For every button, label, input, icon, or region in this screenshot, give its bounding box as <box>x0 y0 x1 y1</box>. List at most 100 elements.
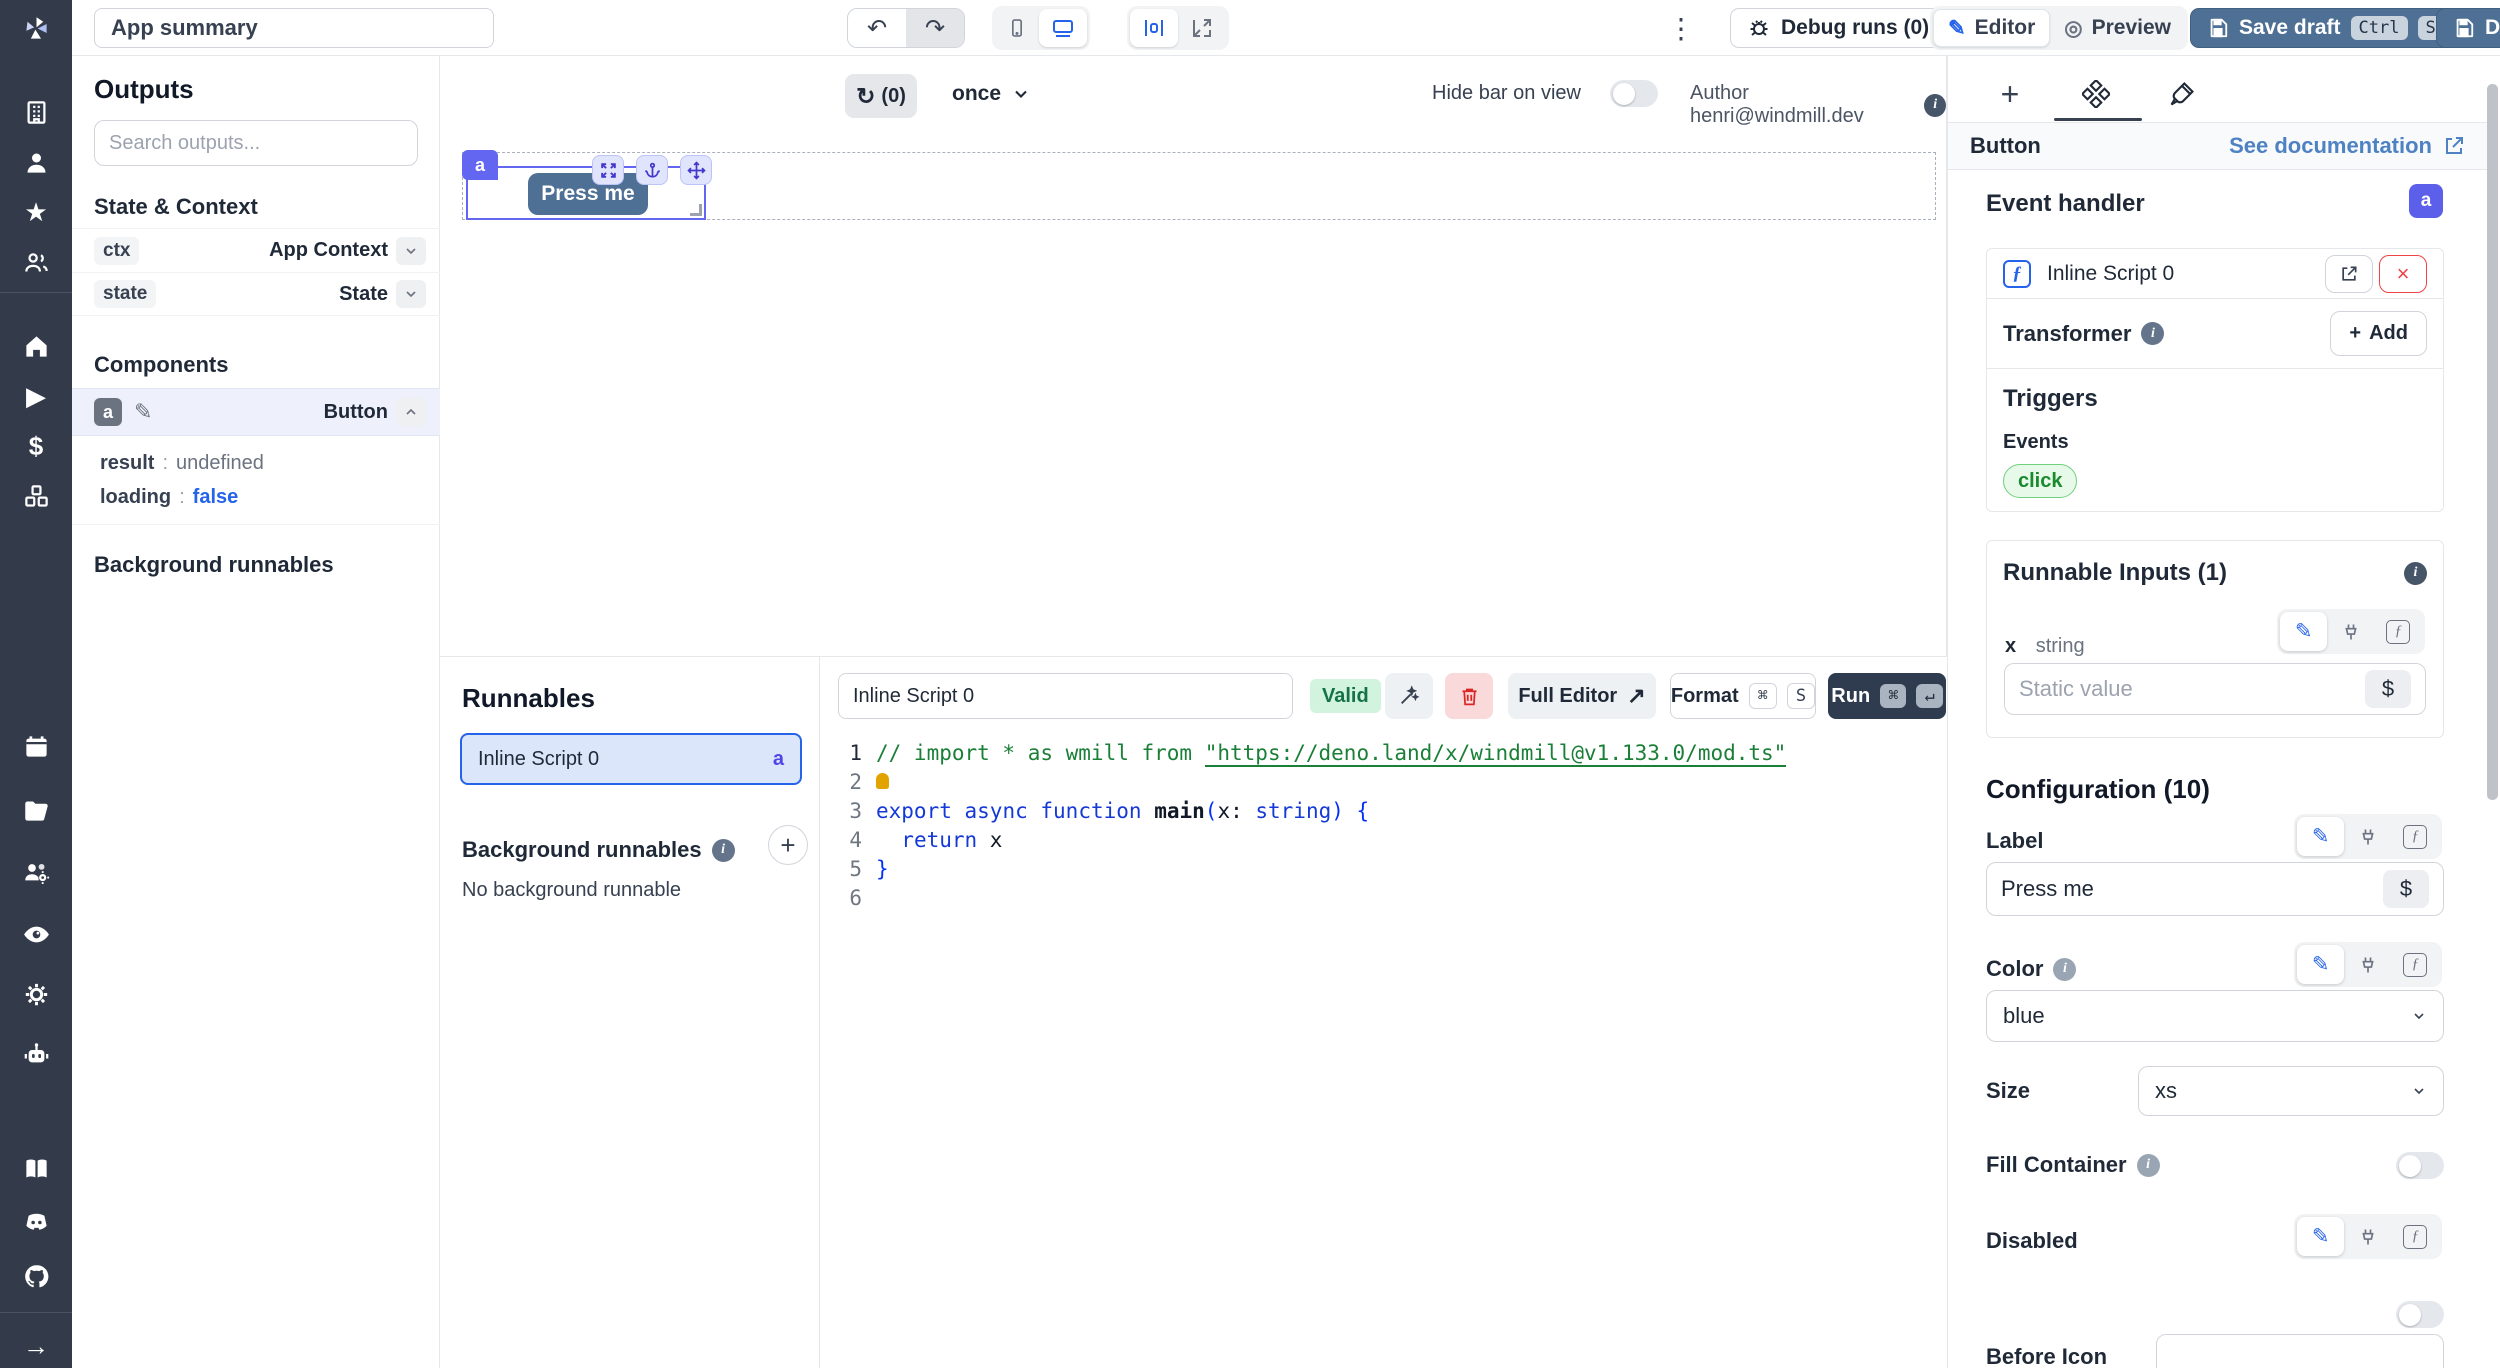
save-draft-button[interactable]: Save draft Ctrl S <box>2190 8 2461 48</box>
connect-mode-button[interactable] <box>2344 1217 2391 1256</box>
static-mode-button[interactable]: ✎ <box>2297 945 2344 984</box>
eval-mode-button[interactable]: ƒ <box>2392 945 2439 984</box>
output-row-state[interactable]: state State <box>72 272 440 316</box>
expand-component-button[interactable] <box>592 155 624 185</box>
code-editor[interactable]: 123456 // import * as wmill from "https:… <box>820 731 1947 1368</box>
connect-mode-button[interactable] <box>2344 817 2391 856</box>
connect-mode-button[interactable] <box>2344 945 2391 984</box>
remove-script-button[interactable]: × <box>2379 255 2427 293</box>
transformer-label: Transformer <box>2003 321 2131 347</box>
delete-script-button[interactable] <box>1445 673 1493 719</box>
info-icon[interactable]: i <box>2141 322 2164 345</box>
dollar-template-button[interactable]: $ <box>2383 870 2429 908</box>
discord-icon[interactable] <box>0 1202 72 1242</box>
chevron-down-icon[interactable] <box>396 237 426 265</box>
favorites-star-icon[interactable]: ★ <box>0 192 72 232</box>
tab-styling[interactable] <box>2160 72 2204 116</box>
ai-wand-button[interactable] <box>1385 673 1433 719</box>
eval-mode-button[interactable]: ƒ <box>2375 612 2422 651</box>
kbd-enter: ↵ <box>1916 684 1942 708</box>
folders-icon[interactable] <box>0 790 72 830</box>
kbd-s: S <box>1787 683 1815 709</box>
static-mode-button[interactable]: ✎ <box>2280 612 2327 651</box>
connect-mode-button[interactable] <box>2327 612 2374 651</box>
color-select[interactable]: blue <box>1986 990 2444 1042</box>
rename-pencil-icon[interactable]: ✎ <box>134 399 152 425</box>
app-summary-input[interactable] <box>94 8 494 48</box>
info-icon[interactable]: i <box>1924 94 1946 117</box>
home-icon[interactable] <box>0 326 72 366</box>
anchor-component-button[interactable] <box>636 155 668 185</box>
runnable-item-inline-script-0[interactable]: Inline Script 0 a <box>460 733 802 785</box>
output-key-badge: ctx <box>94 237 139 265</box>
size-field-title: Size <box>1986 1078 2030 1104</box>
external-link-icon <box>2339 264 2359 284</box>
chevron-down-icon[interactable] <box>396 280 426 308</box>
undo-button[interactable]: ↶ <box>848 9 906 47</box>
panel-scrollbar-thumb[interactable] <box>2487 84 2498 800</box>
output-row-ctx[interactable]: ctx App Context <box>72 228 440 272</box>
desktop-view-button[interactable] <box>1039 9 1087 47</box>
runs-play-icon[interactable]: ▶ <box>0 376 72 416</box>
move-component-button[interactable] <box>680 155 712 185</box>
label-input[interactable]: Press me $ <box>1986 862 2444 916</box>
resources-cubes-icon[interactable] <box>0 476 72 516</box>
tab-insert-component[interactable]: + <box>1988 72 2032 116</box>
dollar-template-button[interactable]: $ <box>2365 670 2411 708</box>
workspace-icon[interactable] <box>0 92 72 132</box>
schedules-calendar-icon[interactable] <box>0 726 72 766</box>
eval-mode-button[interactable]: ƒ <box>2392 817 2439 856</box>
refresh-policy-select[interactable]: once <box>952 82 1031 106</box>
static-value-input[interactable]: Static value $ <box>2004 663 2426 715</box>
info-icon[interactable]: i <box>2137 1154 2160 1177</box>
docs-book-icon[interactable] <box>0 1148 72 1188</box>
script-name-input[interactable] <box>838 673 1293 719</box>
workers-users-gear-icon[interactable] <box>0 852 72 892</box>
static-mode-button[interactable]: ✎ <box>2297 1217 2344 1256</box>
variables-dollar-icon[interactable]: $ <box>0 426 72 466</box>
static-mode-button[interactable]: ✎ <box>2297 817 2344 856</box>
hide-bar-toggle[interactable] <box>1610 80 1658 107</box>
collapse-arrow-icon[interactable]: → <box>0 1326 72 1366</box>
fill-container-toggle[interactable] <box>2396 1152 2444 1179</box>
kebab-menu-button[interactable]: ⋮ <box>1667 12 1695 45</box>
refresh-button[interactable]: ↻ (0) <box>845 74 917 118</box>
component-a-badge[interactable]: a <box>462 150 498 180</box>
redo-button[interactable]: ↷ <box>906 9 964 47</box>
tab-editor[interactable]: ✎ Editor <box>1933 9 2050 47</box>
audit-eye-icon[interactable] <box>0 914 72 954</box>
open-script-button[interactable] <box>2325 255 2373 293</box>
center-layout-button[interactable] <box>1130 9 1178 47</box>
info-icon[interactable]: i <box>2404 562 2427 585</box>
info-icon[interactable]: i <box>712 839 735 862</box>
tab-component-settings[interactable] <box>2074 72 2118 116</box>
settings-gear-icon[interactable] <box>0 974 72 1014</box>
chevron-up-icon[interactable] <box>396 398 426 426</box>
add-background-runnable-button[interactable]: + <box>768 825 808 865</box>
disabled-toggle[interactable] <box>2396 1301 2444 1328</box>
eval-mode-button[interactable]: ƒ <box>2392 1217 2439 1256</box>
size-select[interactable]: xs <box>2138 1066 2444 1116</box>
user-icon[interactable] <box>0 142 72 182</box>
press-me-button[interactable]: Press me <box>528 173 648 215</box>
component-row-a[interactable]: a ✎ Button <box>72 388 440 436</box>
debug-runs-button[interactable]: Debug runs (0) <box>1730 8 1946 48</box>
deploy-button[interactable]: Deploy <box>2436 8 2500 48</box>
github-icon[interactable] <box>0 1256 72 1296</box>
info-icon[interactable]: i <box>2053 958 2076 981</box>
see-documentation-link[interactable]: See documentation <box>2229 133 2466 159</box>
resize-handle[interactable] <box>690 204 702 216</box>
format-button[interactable]: Format ⌘ S <box>1670 673 1816 719</box>
tab-preview[interactable]: ◎ Preview <box>2050 9 2185 47</box>
code-lines[interactable]: // import * as wmill from "https://deno.… <box>876 739 1937 913</box>
before-icon-select[interactable] <box>2156 1334 2444 1368</box>
mobile-view-button[interactable] <box>995 9 1039 47</box>
windmill-logo-icon[interactable] <box>0 8 72 48</box>
run-button[interactable]: Run ⌘ ↵ <box>1828 673 1946 719</box>
search-outputs-input[interactable] <box>94 120 418 166</box>
full-editor-button[interactable]: Full Editor ↗ <box>1508 673 1656 719</box>
ai-robot-icon[interactable] <box>0 1034 72 1074</box>
fullwidth-layout-button[interactable] <box>1178 9 1226 47</box>
add-transformer-button[interactable]: +Add <box>2330 311 2427 356</box>
groups-icon[interactable] <box>0 242 72 282</box>
